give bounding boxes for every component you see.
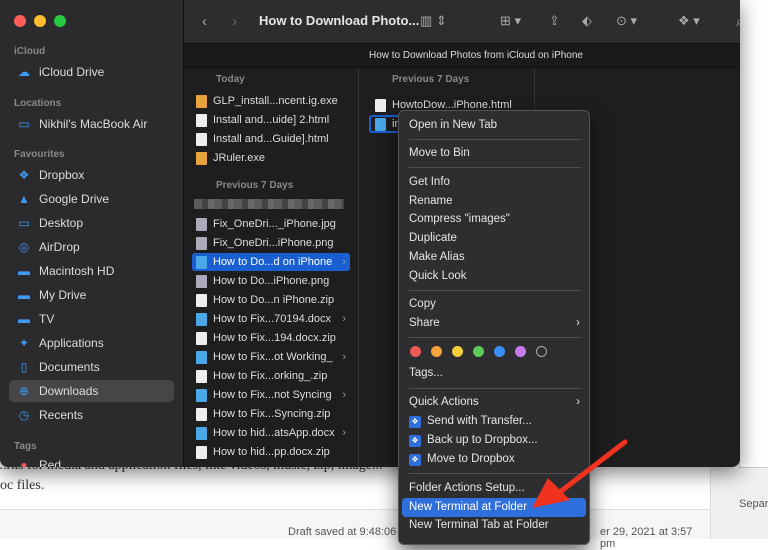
red-arrow-annotation — [532, 439, 628, 508]
arrow-shaft — [557, 439, 628, 495]
arrow-head — [532, 478, 570, 508]
